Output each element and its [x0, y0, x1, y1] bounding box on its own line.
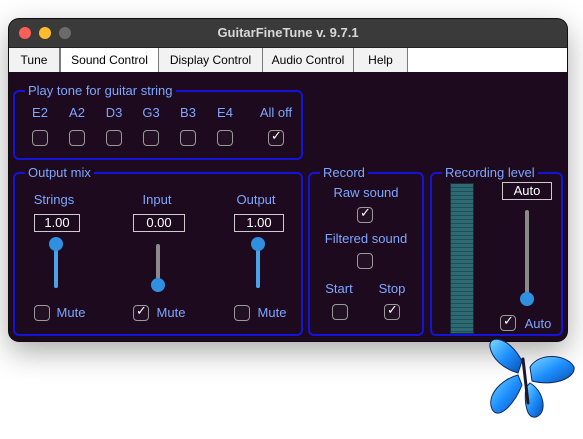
string-label-g3: G3	[142, 105, 160, 120]
output-value-field[interactable]: 1.00	[234, 214, 284, 232]
recording-level-legend: Recording level	[442, 165, 538, 180]
recording-level-group: Recording level Auto Auto	[430, 165, 563, 336]
string-checkbox-e2[interactable]	[32, 130, 48, 146]
start-label: Start	[325, 281, 353, 296]
tab-bar: Tune Sound Control Display Control Audio…	[9, 48, 567, 72]
input-mute-label: Mute	[156, 305, 186, 320]
input-mute-checkbox[interactable]	[133, 304, 149, 321]
stop-label: Stop	[378, 281, 406, 296]
strings-slider-knob[interactable]	[49, 237, 63, 251]
title-bar: GuitarFineTune v. 9.7.1	[9, 19, 567, 48]
strings-mute-label: Mute	[56, 305, 86, 320]
output-slider[interactable]	[251, 237, 265, 288]
raw-sound-checkbox[interactable]	[357, 206, 373, 223]
string-label-e4: E4	[217, 105, 233, 120]
auto-checkbox[interactable]	[500, 314, 516, 331]
recording-level-slider[interactable]	[520, 210, 534, 306]
stop-checkbox[interactable]	[384, 303, 400, 320]
auto-label: Auto	[524, 316, 552, 331]
output-mix-legend: Output mix	[25, 165, 94, 180]
string-checkbox-g3[interactable]	[143, 130, 159, 146]
all-off-checkbox[interactable]	[268, 129, 284, 146]
strings-label: Strings	[33, 192, 75, 207]
string-checkbox-e4[interactable]	[217, 130, 233, 146]
start-checkbox[interactable]	[332, 304, 348, 320]
string-checkbox-d3[interactable]	[106, 130, 122, 146]
string-checkbox-a2[interactable]	[69, 130, 85, 146]
recording-level-field[interactable]: Auto	[502, 182, 552, 200]
string-label-d3: D3	[105, 105, 123, 120]
record-group: Record Raw sound Filtered sound Start St…	[308, 165, 424, 336]
strings-mute-checkbox[interactable]	[34, 305, 50, 321]
tab-audio-control[interactable]: Audio Control	[263, 48, 354, 72]
string-label-a2: A2	[69, 105, 85, 120]
input-label: Input	[142, 192, 172, 207]
input-slider[interactable]	[151, 244, 165, 292]
output-mix-group: Output mix Strings 1.00 Mute Input 0.00 …	[13, 165, 303, 336]
record-legend: Record	[320, 165, 368, 180]
string-label-all-off: All off	[259, 105, 293, 120]
app-window: GuitarFineTune v. 9.7.1 Tune Sound Contr…	[9, 19, 567, 341]
strings-slider[interactable]	[49, 237, 63, 288]
filtered-sound-checkbox[interactable]	[357, 253, 373, 269]
output-mute-checkbox[interactable]	[234, 305, 250, 321]
output-label: Output	[236, 192, 276, 207]
tab-tune[interactable]: Tune	[9, 48, 60, 72]
play-tone-group: Play tone for guitar string E2 A2 D3 G3 …	[13, 83, 303, 160]
tab-help[interactable]: Help	[354, 48, 408, 72]
tab-sound-control[interactable]: Sound Control	[60, 48, 159, 72]
input-value-field[interactable]: 0.00	[133, 214, 185, 232]
window-title: GuitarFineTune v. 9.7.1	[217, 25, 359, 40]
filtered-sound-label: Filtered sound	[324, 231, 408, 246]
raw-sound-label: Raw sound	[333, 185, 399, 200]
butterfly-icon	[489, 338, 575, 418]
string-label-b3: B3	[180, 105, 196, 120]
output-mute-label: Mute	[257, 305, 287, 320]
recording-level-meter	[450, 183, 474, 334]
input-slider-knob[interactable]	[151, 278, 165, 292]
tab-display-control[interactable]: Display Control	[159, 48, 263, 72]
recording-level-slider-knob[interactable]	[520, 292, 534, 306]
strings-value-field[interactable]: 1.00	[34, 214, 80, 232]
string-label-e2: E2	[32, 105, 48, 120]
output-slider-knob[interactable]	[251, 237, 265, 251]
string-checkbox-b3[interactable]	[180, 130, 196, 146]
play-tone-legend: Play tone for guitar string	[25, 83, 176, 98]
